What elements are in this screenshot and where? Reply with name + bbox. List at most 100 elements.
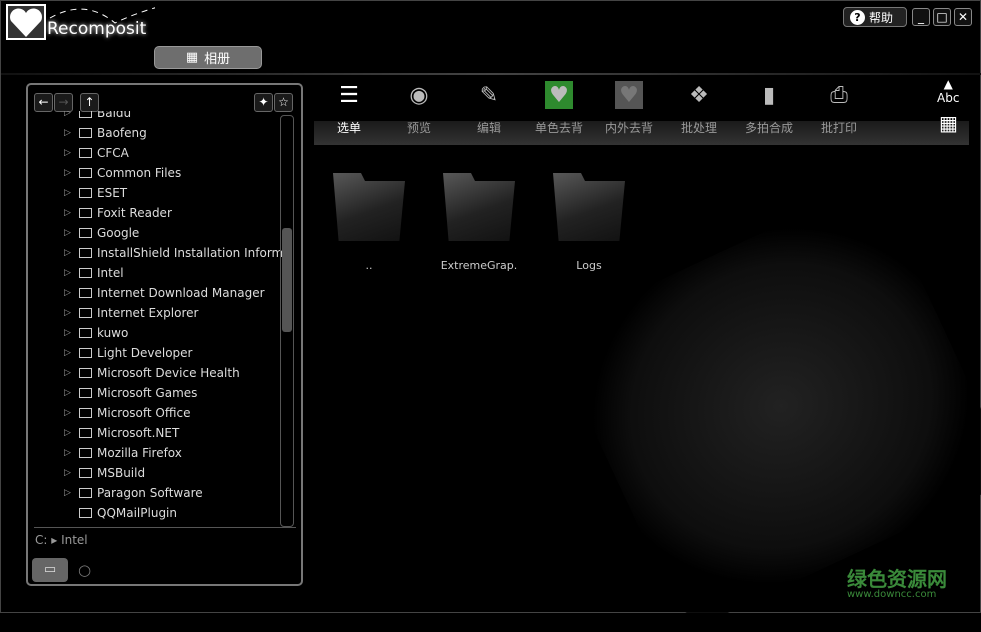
tree-item[interactable]: ▷ InstallShield Installation Information — [34, 243, 282, 263]
tree-item-label: Microsoft Office — [97, 406, 191, 420]
tree-item-label: ESET — [97, 186, 128, 200]
tool-label: 编辑 — [476, 121, 501, 135]
back-button[interactable]: ← — [34, 93, 53, 112]
tree-item[interactable]: ▷ Light Developer — [34, 343, 192, 363]
divider — [1, 73, 981, 75]
expand-arrow-icon[interactable]: ▷ — [64, 111, 78, 118]
expand-arrow-icon[interactable]: ▷ — [64, 268, 78, 278]
tree-item[interactable]: ▷ ESET — [34, 183, 127, 203]
tree-item[interactable]: ▷ Baofeng — [34, 123, 147, 143]
expand-arrow-icon[interactable]: ▷ — [64, 368, 78, 378]
up-folder-button[interactable]: ↑ — [80, 93, 99, 112]
watermark-url: www.downcc.com — [847, 589, 937, 600]
album-tab[interactable]: ▦ 相册 — [154, 46, 262, 69]
tree-item[interactable]: ▷ Microsoft Office — [34, 403, 190, 423]
folder-icon — [79, 448, 92, 458]
expand-arrow-icon[interactable]: ▷ — [64, 228, 78, 238]
stack-icon: ❖ — [689, 82, 709, 108]
menu-doc-icon: ☰ — [339, 82, 359, 108]
tree-item[interactable]: ▷ Intel — [34, 263, 124, 283]
tool-menu-doc[interactable]: ☰ 选单 — [314, 77, 384, 136]
folder-icon — [79, 128, 92, 138]
scrollbar[interactable] — [280, 115, 294, 527]
tree-item-label: Google — [97, 226, 140, 240]
maximize-button[interactable]: □ — [933, 8, 951, 26]
green-heart-icon: ♥ — [545, 81, 573, 109]
folder-icon — [443, 173, 515, 241]
folder-icon — [79, 228, 92, 238]
folder-view-button[interactable]: ▭ — [32, 558, 68, 582]
tree-item[interactable]: ▷ Microsoft Games — [34, 383, 197, 403]
printer-icon: ⎙ — [830, 82, 848, 108]
expand-arrow-icon[interactable]: ▷ — [64, 388, 78, 398]
tree-item[interactable]: ▷ CFCA — [34, 143, 129, 163]
tree-item-label: Mozilla Firefox — [97, 446, 182, 460]
file-label: ExtremeGrap. — [440, 259, 518, 272]
folder-icon — [79, 468, 92, 478]
folder-icon — [79, 248, 92, 258]
expand-arrow-icon[interactable]: ▷ — [64, 468, 78, 478]
tree-item[interactable]: QQMailPlugin — [34, 503, 177, 523]
tree-item[interactable]: ▷ Mozilla Firefox — [34, 443, 182, 463]
search-button[interactable]: ○ — [78, 561, 91, 579]
favorite-button[interactable]: ☆ — [274, 93, 293, 112]
tree-item[interactable]: ▷ Paragon Software — [34, 483, 203, 503]
expand-arrow-icon[interactable]: ▷ — [64, 328, 78, 338]
tool-eye[interactable]: ◉ 预览 — [384, 77, 454, 136]
edit-icon: ✎ — [479, 82, 499, 108]
expand-arrow-icon[interactable]: ▷ — [64, 288, 78, 298]
folder-icon — [79, 428, 92, 438]
file-item[interactable]: .. — [319, 161, 419, 272]
minimize-button[interactable]: _ — [912, 8, 930, 26]
tree-item[interactable]: ▷ Internet Explorer — [34, 303, 198, 323]
tree-item[interactable]: ▷ Internet Download Manager — [34, 283, 265, 303]
tool-stack[interactable]: ❖ 批处理 — [664, 77, 734, 136]
expand-arrow-icon[interactable]: ▷ — [64, 128, 78, 138]
close-button[interactable]: ✕ — [954, 8, 972, 26]
grid-view-button[interactable]: ▦ — [939, 113, 958, 133]
tree-item-label: kuwo — [97, 326, 129, 340]
tool-cards[interactable]: ▮ 多拍合成 — [734, 77, 804, 136]
scrollbar-thumb[interactable] — [282, 228, 292, 332]
expand-arrow-icon[interactable]: ▷ — [64, 148, 78, 158]
expand-arrow-icon[interactable]: ▷ — [64, 208, 78, 218]
current-path: C: ▸ Intel — [35, 533, 88, 547]
folder-icon — [79, 308, 92, 318]
tree-item[interactable]: ▷ Common Files — [34, 163, 181, 183]
text-toggle[interactable]: ▲ Abc — [937, 77, 959, 105]
forward-button[interactable]: → — [54, 93, 73, 112]
tree-item[interactable]: ▷ Foxit Reader — [34, 203, 172, 223]
tree-item-label: QQMailPlugin — [97, 506, 177, 520]
cards-icon: ▮ — [762, 82, 776, 108]
tree-item[interactable]: ▷ Microsoft.NET — [34, 423, 179, 443]
expand-arrow-icon[interactable]: ▷ — [64, 308, 78, 318]
tree-item[interactable]: ▷ kuwo — [34, 323, 128, 343]
tree-item-label: InstallShield Installation Information — [97, 246, 282, 260]
tree-item-label: Microsoft Device Health — [97, 366, 240, 380]
expand-arrow-icon[interactable]: ▷ — [64, 448, 78, 458]
help-button[interactable]: ? 帮助 — [843, 7, 907, 27]
expand-arrow-icon[interactable]: ▷ — [64, 188, 78, 198]
new-folder-button[interactable]: ✦ — [254, 93, 273, 112]
expand-arrow-icon[interactable]: ▷ — [64, 428, 78, 438]
tree-item[interactable]: ▷ Microsoft Device Health — [34, 363, 240, 383]
tree-item[interactable]: ▷ Baidu — [34, 111, 131, 123]
grid-icon: ▦ — [185, 50, 199, 65]
folder-icon — [79, 168, 92, 178]
tool-checker-heart[interactable]: ♥ 内外去背 — [594, 77, 664, 136]
expand-arrow-icon[interactable]: ▷ — [64, 168, 78, 178]
tree-item[interactable]: ▷ MSBuild — [34, 463, 145, 483]
expand-arrow-icon[interactable]: ▷ — [64, 408, 78, 418]
tool-edit[interactable]: ✎ 编辑 — [454, 77, 524, 136]
folder-icon — [79, 388, 92, 398]
expand-arrow-icon[interactable]: ▷ — [64, 248, 78, 258]
tool-printer[interactable]: ⎙ 批打印 — [804, 77, 874, 136]
expand-arrow-icon[interactable]: ▷ — [64, 348, 78, 358]
folder-icon — [79, 148, 92, 158]
expand-arrow-icon[interactable]: ▷ — [64, 488, 78, 498]
tree-item-label: MSBuild — [97, 466, 146, 480]
tool-green-heart[interactable]: ♥ 单色去背 — [524, 77, 594, 136]
tree-item[interactable]: ▷ Google — [34, 223, 139, 243]
file-item[interactable]: ExtremeGrap. — [429, 161, 529, 272]
file-item[interactable]: Logs — [539, 161, 639, 272]
